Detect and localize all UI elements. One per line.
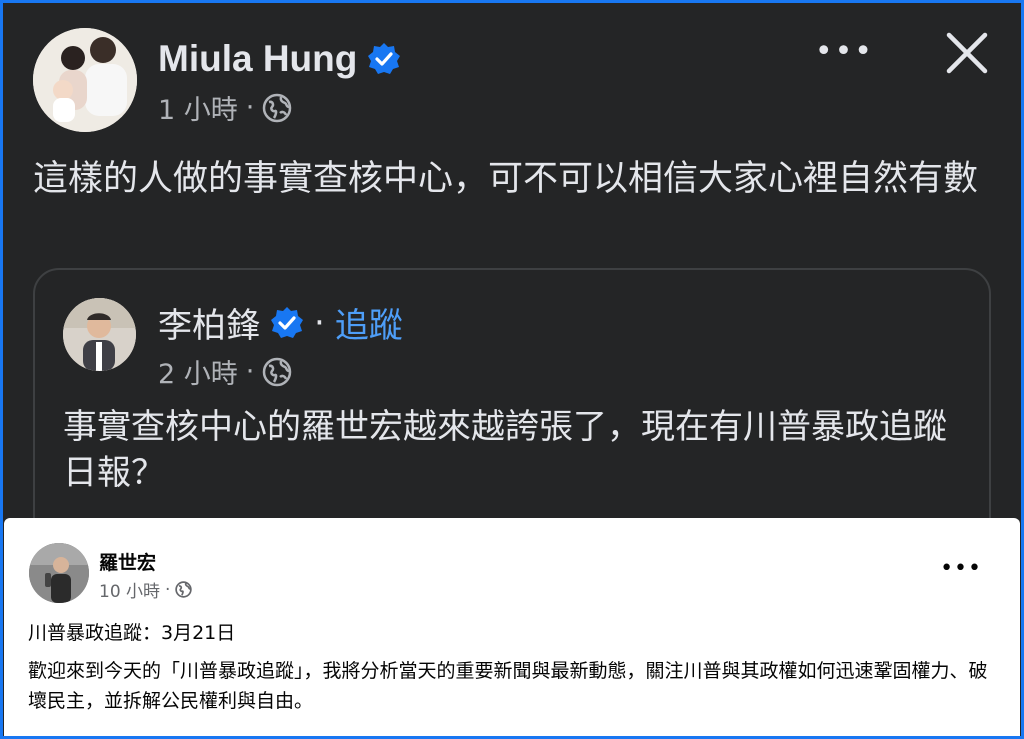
shared-post-meta: 2 小時 · — [158, 352, 292, 391]
follow-button[interactable]: 追蹤 — [335, 298, 403, 347]
author-avatar[interactable] — [33, 28, 137, 132]
meta-separator: · — [245, 92, 255, 123]
verified-badge-icon — [271, 306, 303, 338]
post-meta: 1 小時 · — [158, 88, 292, 127]
globe-icon — [263, 93, 292, 122]
shared-post-time[interactable]: 2 小時 — [158, 352, 238, 391]
shared-author-name[interactable]: 李柏鋒 — [158, 298, 260, 347]
embedded-post-time[interactable]: 10 小時 — [99, 577, 160, 602]
close-icon[interactable] — [944, 30, 990, 76]
globe-icon — [175, 581, 193, 598]
post-text: 這樣的人做的事實查核中心，可不可以相信大家心裡自然有數 — [33, 159, 979, 199]
embedded-post-body: 歡迎來到今天的「川普暴政追蹤」，我將分析當天的重要新聞與最新動態，關注川普與其政… — [28, 660, 988, 712]
embedded-author-avatar[interactable] — [29, 543, 89, 603]
meta-separator: · — [245, 356, 255, 387]
embedded-post-title: 川普暴政追蹤：3月21日 — [28, 622, 236, 644]
shared-post-text: 事實查核中心的羅世宏越來越誇張了，現在有川普暴政追蹤日報？ — [63, 407, 947, 493]
header-separator: · — [314, 302, 325, 343]
more-options-icon[interactable]: ••• — [815, 34, 874, 69]
shared-post-header: 李柏鋒 · 追蹤 — [158, 298, 403, 347]
embedded-author-name[interactable]: 羅世宏 — [99, 548, 156, 575]
post-author-name[interactable]: Miula Hung — [158, 38, 357, 80]
verified-badge-icon — [368, 43, 401, 74]
embedded-post-meta: 10 小時 · — [99, 577, 193, 602]
shared-author-avatar[interactable] — [63, 298, 136, 371]
post-time[interactable]: 1 小時 — [158, 88, 238, 127]
post-author[interactable]: Miula Hung — [158, 38, 401, 80]
globe-icon — [263, 357, 292, 386]
more-options-icon[interactable]: ••• — [940, 556, 982, 581]
embedded-post-screenshot: 羅世宏 10 小時 · ••• 川普暴政追蹤：3月21日 歡迎來到今天的「川普暴… — [4, 518, 1020, 736]
meta-separator: · — [165, 579, 171, 600]
